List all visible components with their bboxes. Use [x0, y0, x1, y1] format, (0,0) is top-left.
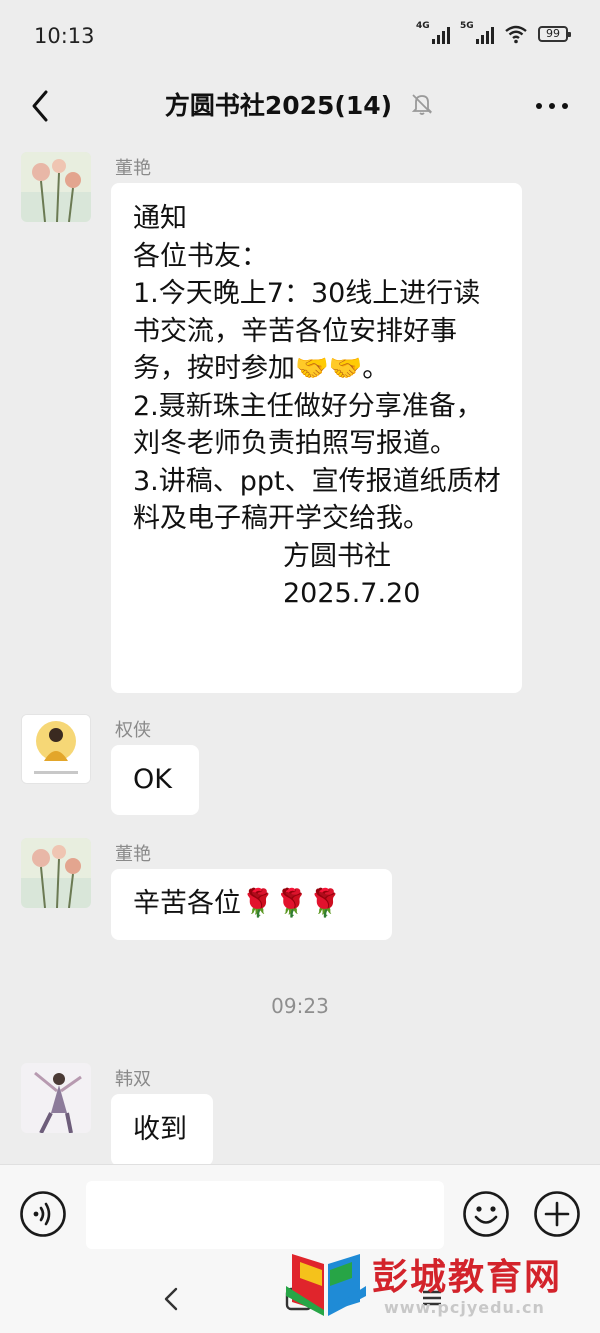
- book-logo-icon: [286, 1254, 366, 1316]
- signature-org: 方圆书社: [283, 540, 391, 572]
- message-bubble-received[interactable]: 收到: [111, 1094, 213, 1166]
- plus-icon[interactable]: [533, 1190, 581, 1238]
- flower-avatar-image: [21, 152, 91, 222]
- battery-icon: 99: [538, 26, 571, 42]
- avatar-dongyan[interactable]: [21, 838, 91, 908]
- watermark-url: www.pcjyedu.cn: [384, 1298, 545, 1317]
- more-button[interactable]: [534, 96, 570, 116]
- message-text: OK: [133, 764, 172, 795]
- signal-4g-icon: 4G: [416, 21, 450, 44]
- message-bubble-thanks[interactable]: 辛苦各位🌹🌹🌹: [111, 869, 392, 940]
- sender-name: 董艳: [115, 844, 151, 865]
- emoji-icon[interactable]: [462, 1190, 510, 1238]
- bell-off-icon: [411, 94, 433, 115]
- sender-name: 韩双: [115, 1069, 151, 1090]
- watermark-text: 彭城教育网: [372, 1257, 563, 1298]
- signal-5g-icon: 5G: [460, 21, 494, 44]
- message-text: 通知 各位书友： 1.今天晚上7：30线上进行读书交流，辛苦各位安排好事务，按时…: [133, 203, 501, 534]
- message-bubble-ok[interactable]: OK: [111, 745, 199, 815]
- chat-title: 方圆书社2025(14): [164, 91, 393, 120]
- nav-back-icon[interactable]: [158, 1284, 184, 1314]
- avatar-hanshuang[interactable]: [21, 1063, 91, 1133]
- message-bubble-notice[interactable]: 通知 各位书友： 1.今天晚上7：30线上进行读书交流，辛苦各位安排好事务，按时…: [111, 183, 522, 693]
- status-bar: 10:13 4G 5G 99: [0, 0, 600, 76]
- sender-name: 董艳: [115, 158, 151, 179]
- status-time: 10:13: [34, 24, 95, 48]
- message-text: 辛苦各位🌹🌹🌹: [133, 888, 342, 919]
- dancer-avatar-image: [21, 1063, 91, 1133]
- avatar-quanxia[interactable]: [21, 714, 91, 784]
- wifi-icon: [505, 25, 527, 44]
- illustration-avatar-image: [22, 715, 90, 783]
- sender-name: 权侠: [115, 720, 151, 741]
- signature-date: 2025.7.20: [283, 578, 421, 609]
- message-text: 收到: [133, 1114, 187, 1145]
- voice-icon[interactable]: [19, 1190, 67, 1238]
- avatar-dongyan[interactable]: [21, 152, 91, 222]
- title-wrap: 方圆书社2025(14): [0, 86, 600, 122]
- chat-header: 方圆书社2025(14): [0, 76, 600, 136]
- message-input[interactable]: [86, 1181, 444, 1249]
- flower-avatar-image: [21, 838, 91, 908]
- status-icons: 4G 5G 99: [416, 21, 571, 44]
- watermark: 彭城教育网 www.pcjyedu.cn: [286, 1244, 586, 1333]
- time-divider: 09:23: [271, 994, 329, 1018]
